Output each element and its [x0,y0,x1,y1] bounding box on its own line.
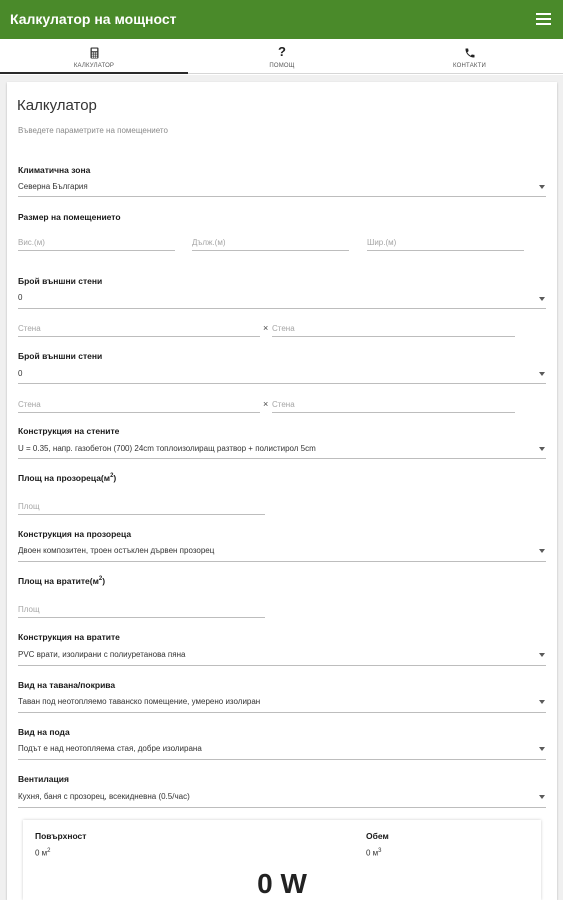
door-area-label: Площ на вратите(м2) [18,576,106,586]
outer-walls-label: Брой външни стени [18,276,103,286]
power-result: 0 W [257,868,307,899]
calculator-card [7,82,557,900]
room-width-input[interactable]: Шир.(м) [367,238,396,247]
chevron-down-icon[interactable] [539,653,545,657]
chevron-down-icon[interactable] [539,447,545,451]
ventilation-underline [18,807,546,808]
window-area-label: Площ на прозореца(м2) [18,473,117,483]
window-area-underline [18,514,265,515]
chevron-down-icon[interactable] [539,297,545,301]
ceiling-underline [18,712,546,713]
outer-walls-underline [18,308,546,309]
room-size-label: Размер на помещението [18,212,121,222]
room-height-underline [18,250,175,251]
door-construction-underline [18,665,546,666]
form-subtitle: Въведете параметрите на помещението [18,126,168,135]
floor-underline [18,759,546,760]
form-title: Калкулатор [17,97,97,114]
volume-label: Обем [366,831,389,841]
ceiling-label: Вид на тавана/покрива [18,680,116,690]
result-card: Повърхност 0 м2 Обем 0 м3 0 W [23,820,541,900]
help-icon: ? [278,44,286,59]
ventilation-select[interactable]: Кухня, баня с прозорец, всекидневна (0.5… [18,792,190,801]
door-area-input[interactable]: Площ [18,605,40,614]
wall-construction-label: Конструкция на стените [18,426,120,436]
wall-construction-underline [18,458,546,459]
phone-icon [465,48,474,58]
tab-help[interactable]: ? ПОМОЩ [188,39,376,74]
app-title: Калкулатор на мощност [10,11,177,27]
room-length-input[interactable]: Дълж.(м) [192,238,226,247]
wall-a-underline [18,412,260,413]
chevron-down-icon[interactable] [539,795,545,799]
wall-b-input[interactable]: Стена [272,324,295,333]
outer-walls-select[interactable]: 0 [18,369,22,378]
tab-calculator[interactable]: КАЛКУЛАТОР [0,39,188,74]
surface-label: Повърхност [35,831,87,841]
tab-contacts[interactable]: КОНТАКТИ [376,39,563,74]
outer-walls-label: Брой външни стени [18,351,103,361]
floor-select[interactable]: Подът е над неотопляема стая, добре изол… [18,744,202,753]
tab-bar: КАЛКУЛАТОР ? ПОМОЩ КОНТАКТИ [0,39,563,74]
ventilation-label: Вентилация [18,774,69,784]
door-construction-select[interactable]: PVC врати, изолирани с полиуретанова пян… [18,650,185,659]
tab-help-label: ПОМОЩ [269,63,295,69]
floor-label: Вид на пода [18,727,70,737]
door-area-underline [18,617,265,618]
calculator-icon [90,47,98,59]
window-construction-select[interactable]: Двоен композитен, троен остъклен дървен … [18,546,214,555]
menu-icon[interactable] [536,13,551,25]
times-sign: × [263,323,269,333]
room-width-underline [367,250,524,251]
room-height-input[interactable]: Вис.(м) [18,238,45,247]
climate-zone-underline [18,196,546,197]
window-construction-label: Конструкция на прозореца [18,529,132,539]
wall-b-input[interactable]: Стена [272,400,295,409]
tab-contacts-label: КОНТАКТИ [453,63,486,69]
window-construction-underline [18,561,546,562]
outer-walls-select[interactable]: 0 [18,293,22,302]
times-sign: × [263,399,269,409]
wall-b-underline [272,412,515,413]
app-bar: Калкулатор на мощност [0,0,563,39]
wall-b-underline [272,336,515,337]
door-construction-label: Конструкция на вратите [18,632,120,642]
wall-a-underline [18,336,260,337]
wall-construction-select[interactable]: U = 0.35, напр. газобетон (700) 24cm топ… [18,444,316,453]
volume-value: 0 м3 [366,848,382,858]
climate-zone-label: Климатична зона [18,165,91,175]
ceiling-select[interactable]: Таван под неотопляемо таванско помещение… [18,697,260,706]
wall-a-input[interactable]: Стена [18,324,41,333]
room-length-underline [192,250,349,251]
surface-value: 0 м2 [35,848,51,858]
chevron-down-icon[interactable] [539,185,545,189]
outer-walls-underline [18,383,546,384]
chevron-down-icon[interactable] [539,700,545,704]
chevron-down-icon[interactable] [539,549,545,553]
window-area-input[interactable]: Площ [18,502,40,511]
chevron-down-icon[interactable] [539,372,545,376]
tab-calculator-label: КАЛКУЛАТОР [73,63,115,69]
wall-a-input[interactable]: Стена [18,400,41,409]
chevron-down-icon[interactable] [539,747,545,751]
climate-zone-select[interactable]: Северна България [18,182,88,191]
